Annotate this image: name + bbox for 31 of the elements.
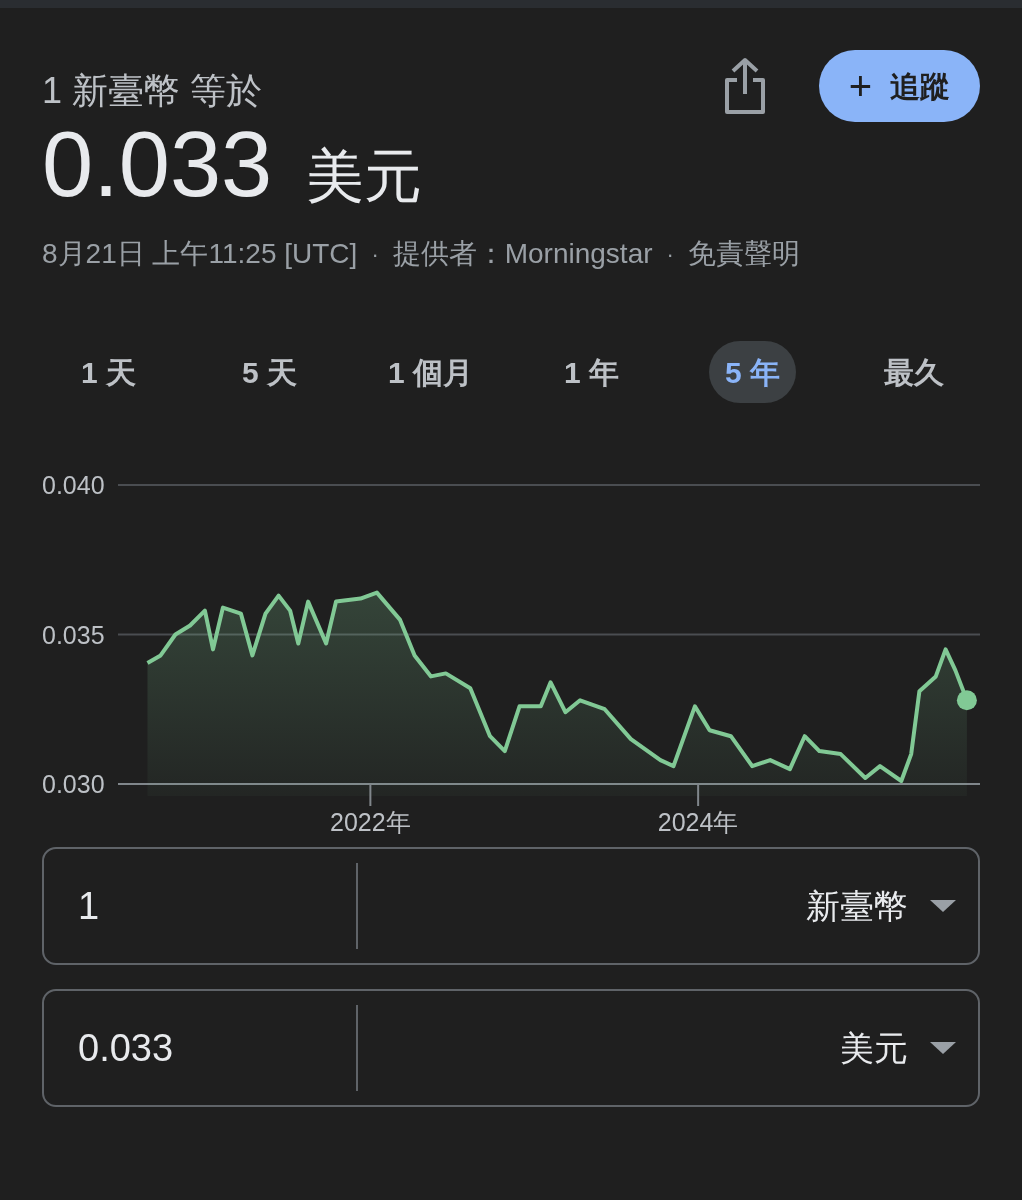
range-tab[interactable]: 1 年 [548,341,635,403]
meta-text: 8月21日 上午11:25 [UTC] [42,237,358,271]
separator-dot: · [370,240,380,269]
disclaimer-link[interactable]: 免責聲明 [687,233,800,275]
amount-field[interactable]: 0.033 [78,1019,174,1077]
meta-text: 提供者：Morningstar [392,237,653,271]
range-tab[interactable]: 最久 [867,341,960,403]
y-axis-label: 0.035 [42,620,105,649]
currency-dropdown[interactable]: 新臺幣 [806,880,956,932]
rate-value: 0.033 [42,118,273,210]
plus-icon: + [848,66,872,106]
currency-unit: 美元 [306,142,423,210]
caret-icon [930,900,956,912]
share-icon[interactable] [722,56,767,116]
follow-button[interactable]: + 追蹤 [818,50,980,122]
amount-field[interactable]: 1 [78,877,100,935]
y-axis-label: 0.040 [42,471,105,499]
range-tab[interactable]: 1 個月 [372,341,489,403]
x-axis-label: 2022年 [330,808,411,836]
x-axis-label: 2024年 [657,808,739,836]
x-tick [369,783,372,807]
currency-dropdown[interactable]: 美元 [840,1022,956,1074]
x-tick [697,783,700,807]
caret-icon [930,1042,956,1054]
separator-dot: · [665,240,675,269]
range-tab[interactable]: 5 天 [226,341,313,403]
range-tab[interactable]: 5 年 [709,341,796,403]
y-axis-label: 0.030 [42,770,105,798]
conversion-title: 1 新臺幣 等於 [42,69,263,113]
range-tab[interactable]: 1 天 [65,341,152,403]
current-point-marker [956,690,977,711]
